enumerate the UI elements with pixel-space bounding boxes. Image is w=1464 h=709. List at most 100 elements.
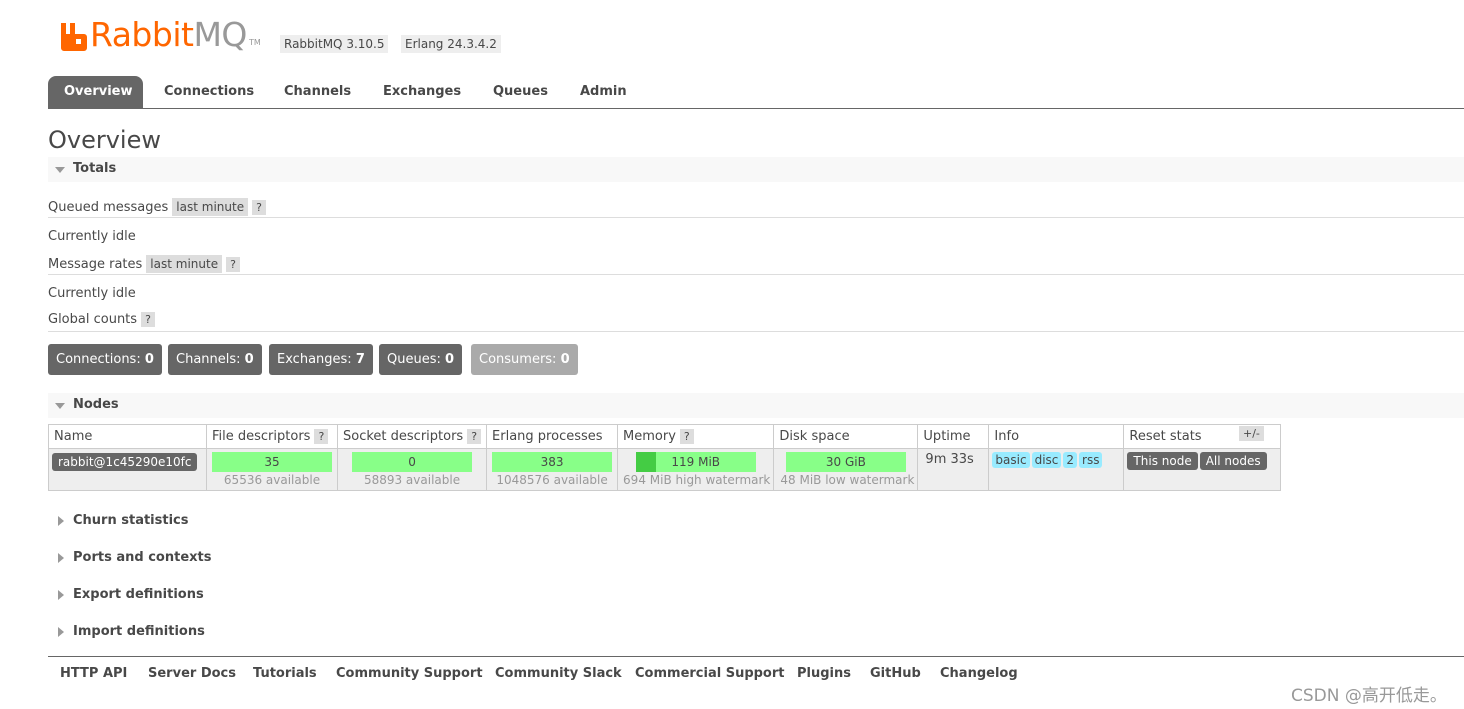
erlang-version-badge: Erlang 24.3.4.2 — [401, 35, 501, 53]
reset-all-nodes-button[interactable]: All nodes — [1199, 452, 1267, 470]
queues-count-value: 0 — [445, 352, 455, 367]
socket-descriptors-value: 0 — [408, 455, 416, 469]
col-file-descriptors: File descriptors? — [206, 424, 338, 449]
exchanges-count-value: 7 — [355, 352, 365, 367]
footer-link-community-support[interactable]: Community Support — [336, 666, 483, 681]
page-title: Overview — [48, 126, 161, 154]
rabbitmq-version-badge: RabbitMQ 3.10.5 — [280, 35, 389, 53]
rabbitmq-logo-icon — [61, 23, 87, 51]
disk-watermark: 48 MiB low watermark — [780, 473, 915, 487]
collapse-triangle-icon — [55, 167, 65, 173]
connections-count-label: Connections: — [56, 352, 141, 367]
nodes-section-header[interactable]: Nodes — [48, 393, 1464, 418]
expand-triangle-icon — [58, 553, 64, 563]
expand-triangle-icon — [58, 590, 64, 600]
queued-messages-range-button[interactable]: last minute — [172, 198, 249, 216]
tab-admin[interactable]: Admin — [564, 76, 643, 108]
nodes-table: Name File descriptors? Socket descriptor… — [48, 424, 1282, 491]
footer-link-commercial-support[interactable]: Commercial Support — [635, 666, 785, 681]
queued-messages-help-button[interactable]: ? — [252, 200, 266, 215]
message-rates-label: Message rates — [48, 257, 143, 272]
memory-bar-fill — [635, 452, 657, 472]
connections-count-value: 0 — [144, 352, 154, 367]
disk-space-value: 30 GiB — [825, 455, 866, 469]
queued-status-text: Currently idle — [48, 229, 136, 244]
consumers-count-value: 0 — [560, 352, 570, 367]
col-memory-label: Memory — [623, 429, 676, 444]
totals-section-header[interactable]: Totals — [48, 157, 1464, 182]
socket-descriptors-available: 58893 available — [363, 473, 461, 487]
socket-descriptors-cell: 0 58893 available — [336, 448, 488, 491]
nodes-section-label: Nodes — [73, 397, 119, 412]
global-counts-row: Global counts? — [48, 312, 155, 327]
expand-triangle-icon — [58, 516, 64, 526]
col-uptime: Uptime — [917, 424, 990, 449]
global-counts-label: Global counts — [48, 312, 138, 327]
file-descriptors-help-button[interactable]: ? — [314, 429, 329, 444]
queues-count-button[interactable]: Queues: 0 — [379, 344, 463, 375]
footer: HTTP API Server Docs Tutorials Community… — [48, 656, 1464, 681]
info-tag-count[interactable]: 2 — [1063, 452, 1078, 468]
csdn-watermark: CSDN @高开低走。 — [1291, 686, 1447, 706]
disk-space-cell: 30 GiB 48 MiB low watermark — [773, 448, 919, 491]
logo-wordmark: RabbitMQ — [90, 15, 247, 54]
message-rates-help-button[interactable]: ? — [226, 257, 240, 272]
memory-value: 119 MiB — [671, 455, 721, 469]
node-name-link[interactable]: rabbit@1c45290e10fc — [52, 453, 198, 471]
connections-count-button[interactable]: Connections: 0 — [48, 344, 162, 375]
footer-link-tutorials[interactable]: Tutorials — [253, 666, 317, 681]
memory-bar: 119 MiB — [635, 452, 756, 472]
global-counts-help-button[interactable]: ? — [141, 312, 155, 327]
expand-triangle-icon — [58, 627, 64, 637]
erlang-processes-value: 383 — [540, 455, 564, 469]
info-tag-disc[interactable]: disc — [1031, 452, 1062, 468]
queued-messages-label: Queued messages — [48, 200, 169, 215]
uptime-cell: 9m 33s — [917, 448, 990, 491]
exchanges-count-label: Exchanges: — [277, 352, 352, 367]
divider — [48, 331, 1464, 332]
tab-connections[interactable]: Connections — [148, 76, 270, 108]
message-rates-range-button[interactable]: last minute — [146, 255, 223, 273]
toggle-columns-button[interactable]: +/- — [1239, 426, 1264, 441]
footer-link-plugins[interactable]: Plugins — [797, 666, 851, 681]
consumers-count-label: Consumers: — [479, 352, 557, 367]
footer-link-changelog[interactable]: Changelog — [940, 666, 1018, 681]
channels-count-label: Channels: — [176, 352, 241, 367]
erlang-processes-cell: 383 1048576 available — [486, 448, 619, 491]
col-memory: Memory? — [617, 424, 775, 449]
consumers-count-button[interactable]: Consumers: 0 — [471, 344, 578, 375]
col-erlang-processes: Erlang processes — [486, 424, 619, 449]
info-cell: basic disc 2 rss — [988, 448, 1125, 491]
col-socket-descriptors-label: Socket descriptors — [343, 429, 464, 444]
main-nav: Overview Connections Channels Exchanges … — [48, 76, 1464, 109]
disk-space-bar: 30 GiB — [785, 452, 906, 472]
node-name-cell: rabbit@1c45290e10fc — [48, 448, 207, 491]
col-file-descriptors-label: File descriptors — [212, 429, 311, 444]
memory-help-button[interactable]: ? — [679, 429, 694, 444]
footer-link-github[interactable]: GitHub — [870, 666, 921, 681]
channels-count-value: 0 — [244, 352, 254, 367]
table-row: rabbit@1c45290e10fc 35 65536 available 0… — [48, 448, 1282, 491]
info-tag-rss[interactable]: rss — [1079, 452, 1103, 468]
rates-status-text: Currently idle — [48, 286, 136, 301]
ports-and-contexts-label: Ports and contexts — [73, 550, 212, 565]
footer-link-community-slack[interactable]: Community Slack — [495, 666, 622, 681]
logo-trademark: TM — [249, 38, 261, 47]
reset-this-node-button[interactable]: This node — [1127, 452, 1198, 470]
tab-exchanges[interactable]: Exchanges — [367, 76, 477, 108]
footer-link-server-docs[interactable]: Server Docs — [148, 666, 236, 681]
socket-descriptors-help-button[interactable]: ? — [467, 429, 482, 444]
export-definitions-label: Export definitions — [73, 587, 204, 602]
import-definitions-label: Import definitions — [73, 624, 205, 639]
exchanges-count-button[interactable]: Exchanges: 7 — [269, 344, 373, 375]
socket-descriptors-bar: 0 — [352, 452, 473, 472]
col-name: Name — [48, 424, 207, 449]
churn-statistics-label: Churn statistics — [73, 513, 189, 528]
tab-channels[interactable]: Channels — [268, 76, 367, 108]
footer-link-http-api[interactable]: HTTP API — [60, 666, 127, 681]
file-descriptors-bar: 35 — [212, 452, 332, 472]
info-tag-basic[interactable]: basic — [992, 452, 1030, 468]
tab-queues[interactable]: Queues — [477, 76, 564, 108]
tab-overview[interactable]: Overview — [48, 76, 143, 108]
channels-count-button[interactable]: Channels: 0 — [168, 344, 262, 375]
